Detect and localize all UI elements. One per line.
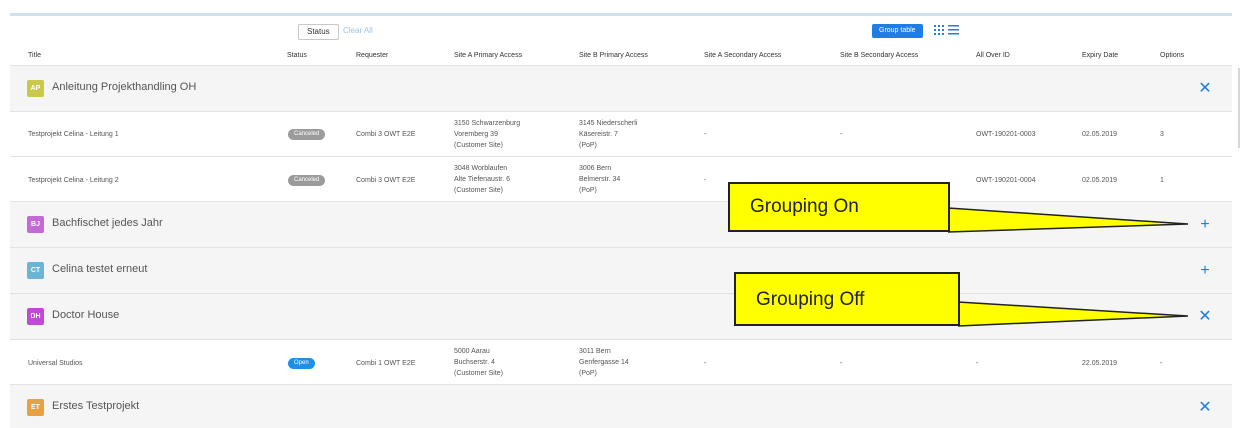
column-header-site-a-secondary[interactable]: Site A Secondary Access bbox=[704, 52, 781, 59]
table-row[interactable]: Universal Studios Open Combi 1 OWT E2E 5… bbox=[10, 340, 1232, 385]
site-a-line-3: (Customer Site) bbox=[454, 187, 504, 194]
row-title: Universal Studios bbox=[28, 360, 83, 367]
expiry-date: 02.05.2019 bbox=[1082, 131, 1118, 138]
group-avatar: AP bbox=[27, 80, 44, 97]
column-header-title[interactable]: Title bbox=[28, 52, 41, 59]
list-view-icon[interactable] bbox=[948, 25, 959, 35]
column-header-status[interactable]: Status bbox=[287, 52, 307, 59]
collapse-group-icon[interactable]: ✕ bbox=[1196, 80, 1214, 98]
group-title: Bachfischet jedes Jahr bbox=[52, 217, 163, 229]
row-title: Testprojekt Celina - Leitung 1 bbox=[28, 131, 119, 138]
collapse-group-icon[interactable]: ✕ bbox=[1196, 308, 1214, 326]
expiry-date: 22.05.2019 bbox=[1082, 360, 1118, 367]
column-header-site-b-primary[interactable]: Site B Primary Access bbox=[579, 52, 648, 59]
group-table-button[interactable]: Group table bbox=[872, 24, 923, 38]
top-divider bbox=[10, 13, 1232, 16]
collapse-group-icon[interactable]: ✕ bbox=[1196, 399, 1214, 417]
group-row[interactable]: CT Celina testet erneut + bbox=[10, 248, 1232, 294]
column-header-site-b-secondary[interactable]: Site B Secondary Access bbox=[840, 52, 918, 59]
site-a-line-2: Buchserstr. 4 bbox=[454, 359, 495, 366]
group-avatar: ET bbox=[27, 399, 44, 416]
site-a-line-3: (Customer Site) bbox=[454, 370, 504, 377]
group-row[interactable]: AP Anleitung Projekthandling OH ✕ bbox=[10, 66, 1232, 112]
site-a-secondary: - bbox=[704, 131, 707, 138]
row-requester: Combi 3 OWT E2E bbox=[356, 177, 416, 184]
site-b-secondary: - bbox=[840, 131, 843, 138]
group-avatar: DH bbox=[27, 308, 44, 325]
site-b-line-2: Käsereistr. 7 bbox=[579, 131, 618, 138]
grouping-on-callout: Grouping On bbox=[728, 182, 950, 232]
grouping-off-callout: Grouping Off bbox=[734, 272, 960, 326]
clear-all-link[interactable]: Clear All bbox=[343, 26, 373, 35]
options-count[interactable]: 1 bbox=[1160, 175, 1164, 186]
status-badge: Canceled bbox=[288, 129, 326, 140]
group-title: Doctor House bbox=[52, 309, 120, 321]
group-avatar: CT bbox=[27, 262, 44, 279]
group-title: Erstes Testprojekt bbox=[52, 400, 140, 412]
expand-group-icon[interactable]: + bbox=[1196, 216, 1214, 234]
site-b-line-2: Genfergasse 14 bbox=[579, 359, 629, 366]
all-over-id: OWT-190201-0004 bbox=[976, 177, 1036, 184]
group-title: Celina testet erneut bbox=[52, 263, 148, 275]
all-over-id: OWT-190201-0003 bbox=[976, 131, 1036, 138]
site-a-secondary: - bbox=[704, 360, 707, 367]
site-b-line-1: 3011 Bern bbox=[579, 348, 611, 355]
site-a-line-1: 3048 Worblaufen bbox=[454, 165, 508, 172]
site-b-line-2: Belmerstr. 34 bbox=[579, 176, 621, 183]
column-header-site-a-primary[interactable]: Site A Primary Access bbox=[454, 52, 522, 59]
site-b-line-3: (PoP) bbox=[579, 370, 597, 377]
site-a-line-1: 3150 Schwarzenburg bbox=[454, 120, 521, 127]
row-title: Testprojekt Celina - Leitung 2 bbox=[28, 177, 119, 184]
column-header-all-over-id[interactable]: All Over ID bbox=[976, 52, 1010, 59]
grid-view-icon[interactable] bbox=[934, 25, 944, 35]
site-b-secondary: - bbox=[840, 360, 843, 367]
row-requester: Combi 3 OWT E2E bbox=[356, 131, 416, 138]
group-row[interactable]: DH Doctor House ✕ bbox=[10, 294, 1232, 340]
site-a-line-2: Alte Tiefenaustr. 6 bbox=[454, 176, 511, 183]
toolbar: Status Clear All Group table bbox=[0, 24, 1242, 44]
site-b-line-3: (PoP) bbox=[579, 142, 597, 149]
group-row[interactable]: BJ Bachfischet jedes Jahr + bbox=[10, 202, 1232, 248]
column-header-requester[interactable]: Requester bbox=[356, 52, 388, 59]
site-a-line-1: 5000 Aarau bbox=[454, 348, 490, 355]
all-over-id: - bbox=[976, 360, 979, 367]
site-b-line-3: (PoP) bbox=[579, 187, 597, 194]
column-header-options[interactable]: Options bbox=[1160, 52, 1184, 59]
status-filter-chip[interactable]: Status bbox=[298, 24, 339, 40]
expand-group-icon[interactable]: + bbox=[1196, 262, 1214, 280]
expiry-date: 02.05.2019 bbox=[1082, 177, 1118, 184]
group-title: Anleitung Projekthandling OH bbox=[52, 81, 197, 93]
site-b-line-1: 3145 Niederscherli bbox=[579, 120, 638, 127]
vertical-scrollbar[interactable] bbox=[1238, 68, 1240, 148]
site-b-line-1: 3006 Bern bbox=[579, 165, 612, 172]
options-count[interactable]: 3 bbox=[1160, 129, 1164, 140]
row-requester: Combi 1 OWT E2E bbox=[356, 360, 416, 367]
column-header-expiry-date[interactable]: Expiry Date bbox=[1082, 52, 1118, 59]
site-a-line-2: Voremberg 39 bbox=[454, 131, 498, 138]
table-header: Title Status Requester Site A Primary Ac… bbox=[10, 50, 1232, 66]
status-badge: Open bbox=[288, 358, 315, 369]
table-row[interactable]: Testprojekt Celina - Leitung 1 Canceled … bbox=[10, 112, 1232, 157]
site-a-secondary: - bbox=[704, 177, 707, 184]
site-a-line-3: (Customer Site) bbox=[454, 142, 504, 149]
status-badge: Canceled bbox=[288, 175, 326, 186]
group-avatar: BJ bbox=[27, 216, 44, 233]
group-row[interactable]: ET Erstes Testprojekt ✕ bbox=[10, 385, 1232, 428]
options-count[interactable]: - bbox=[1160, 358, 1162, 369]
table-row[interactable]: Testprojekt Celina - Leitung 2 Canceled … bbox=[10, 157, 1232, 202]
